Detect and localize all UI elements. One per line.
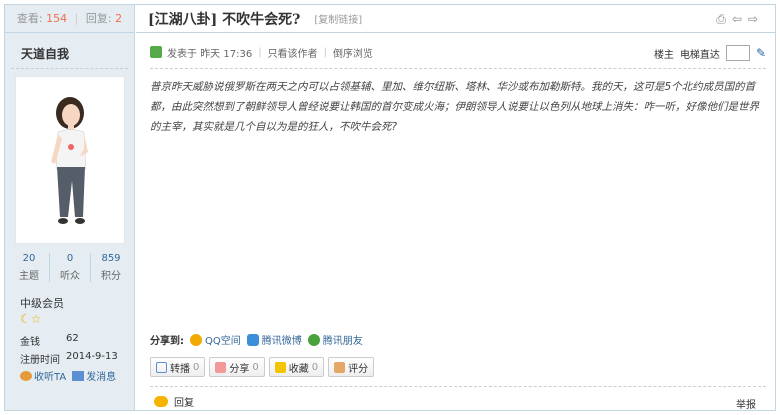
post-action-buttons: 转播 0 分享 0 收藏 0 评分	[150, 357, 375, 377]
stat-value: 20	[22, 253, 36, 264]
copy-link-button[interactable]: [复制链接]	[314, 11, 362, 26]
share-qzone[interactable]: QQ空间	[190, 332, 241, 347]
info-key: 金钱	[20, 337, 40, 348]
info-row: 金钱 62	[20, 333, 118, 348]
reply-bubble-icon	[154, 396, 168, 407]
reverse-order-link[interactable]: 倒序浏览	[333, 45, 373, 60]
mail-icon	[72, 371, 85, 381]
author-name[interactable]: 天道自我	[11, 33, 128, 69]
forward-icon	[156, 361, 167, 373]
author-actions: 收听TA 发消息	[20, 368, 116, 383]
share-tencent-weibo[interactable]: 腾讯微博	[246, 332, 302, 347]
floor-label: 楼主	[653, 49, 674, 61]
avatar-figure-icon	[51, 97, 88, 224]
listen-button[interactable]: 收听TA	[20, 368, 66, 383]
stat-points[interactable]: 859 积分	[91, 253, 131, 282]
member-rank[interactable]: 中级会员	[20, 295, 64, 311]
star-icon	[274, 361, 286, 373]
prev-thread-icon[interactable]: ⇦	[732, 12, 742, 27]
jump-label: 电梯直达	[679, 49, 720, 61]
avatar[interactable]	[15, 76, 125, 244]
stat-topics[interactable]: 20 主题	[9, 253, 50, 282]
weibo-icon	[246, 333, 259, 346]
stat-label: 积分	[101, 271, 121, 282]
replies-label: 回复:	[85, 12, 112, 25]
stat-listeners[interactable]: 0 听众	[50, 253, 91, 282]
online-icon	[150, 46, 162, 58]
post-frame: 查看: 154 | 回复: 2 天道自我 20 主题 0 听众 859 积分 中…	[4, 4, 776, 411]
replies-count: 2	[115, 12, 123, 25]
title-tools: ⎙ ⇦ ⇨	[716, 12, 758, 27]
thread-stats: 查看: 154 | 回复: 2	[5, 5, 134, 33]
favorite-button[interactable]: 收藏 0	[268, 357, 325, 377]
views-label: 查看:	[16, 12, 43, 25]
heart-icon	[215, 361, 227, 373]
stat-label: 听众	[60, 271, 80, 282]
thread-title: [江湖八卦] 不吹牛会死?	[148, 11, 301, 28]
info-row: 注册时间 2014-9-13	[20, 351, 118, 366]
share-button[interactable]: 分享 0	[209, 357, 265, 377]
divider	[150, 386, 766, 387]
floor-jump-input[interactable]	[725, 45, 750, 61]
floor-nav: 楼主 电梯直达 ✎	[654, 45, 766, 61]
info-value: 62	[66, 333, 79, 344]
stat-value: 0	[66, 253, 74, 264]
rate-button[interactable]: 评分	[328, 357, 375, 377]
post-content: 普京昨天威胁说俄罗斯在两天之内可以占领基辅、里加、维尔纽斯、塔林、华沙或布加勒斯…	[150, 81, 759, 133]
title-bar: [江湖八卦] 不吹牛会死? [复制链接]	[136, 5, 776, 33]
author-sidebar: 查看: 154 | 回复: 2 天道自我 20 主题 0 听众 859 积分 中…	[5, 5, 135, 410]
author-info: 金钱 62 注册时间 2014-9-13	[20, 333, 118, 369]
print-icon[interactable]: ⎙	[716, 12, 726, 27]
share-bar: 分享到: QQ空间 腾讯微博 腾讯朋友	[150, 332, 363, 347]
divider	[150, 68, 766, 69]
share-tencent-friends[interactable]: 腾讯朋友	[307, 332, 363, 347]
stat-label: 主题	[19, 271, 39, 282]
info-value: 2014-9-13	[66, 351, 118, 362]
forward-button[interactable]: 转播 0	[150, 357, 206, 377]
views-count: 154	[46, 12, 68, 25]
reply-button[interactable]: 回复	[154, 394, 194, 409]
wrench-icon[interactable]: ✎	[756, 46, 766, 60]
next-thread-icon[interactable]: ⇨	[748, 12, 758, 27]
clover-icon	[307, 333, 320, 346]
qzone-icon	[190, 333, 202, 346]
posted-time: 昨天 17:36	[200, 48, 253, 60]
share-label: 分享到:	[150, 336, 184, 347]
report-link[interactable]: 举报	[736, 396, 756, 411]
only-author-link[interactable]: 只看该作者	[268, 45, 318, 60]
info-key: 注册时间	[20, 355, 60, 366]
post-main: [江湖八卦] 不吹牛会死? [复制链接] ⎙ ⇦ ⇨ 发表于 昨天 17:36 …	[136, 5, 776, 411]
stat-value: 859	[101, 253, 121, 264]
thumb-icon	[334, 361, 346, 373]
rank-moon-star-icon: ☾☆	[20, 312, 42, 326]
listen-icon	[20, 371, 32, 381]
author-stats: 20 主题 0 听众 859 积分	[9, 253, 131, 282]
posted-label: 发表于	[167, 48, 197, 60]
message-button[interactable]: 发消息	[72, 368, 116, 383]
